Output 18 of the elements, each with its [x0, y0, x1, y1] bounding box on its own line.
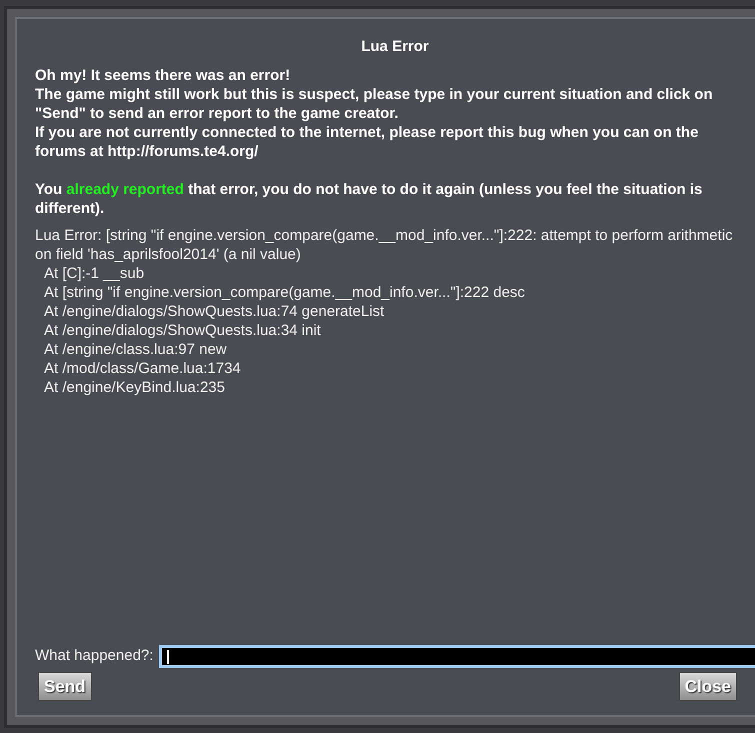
- input-field[interactable]: [159, 645, 755, 668]
- traceback-line: At /engine/dialogs/ShowQuests.lua:74 generateList: [43, 302, 384, 321]
- message-text: Oh my! It seems there was an error!: [35, 66, 292, 85]
- field-label: What happened?:: [35, 646, 154, 666]
- traceback-line: At [C]:-1 __sub: [43, 264, 144, 283]
- traceback-line: At [string "if engine.version_compare(game.__mod_info.ver..."]:222 desc: [43, 283, 525, 302]
- traceback-line: At /engine/class.lua:97 new: [43, 340, 227, 359]
- message-text: If you are not currently connected to the internet, please report this bug when you can on the forums at http://forums.te4.org/: [35, 123, 700, 161]
- traceback-line: At /mod/class/Game.lua:1734: [43, 359, 241, 378]
- dialog-title: Lua Error: [360, 37, 430, 57]
- notice-text: You already reported that error, you do not have to do it again (unless you feel the situation is different).: [35, 180, 704, 218]
- message-text: The game might still work but this is suspect, please type in your current situation and click on "Send" to send an error report to the game creator.: [35, 85, 714, 123]
- send-button[interactable]: Send: [38, 672, 92, 701]
- traceback-line: At /engine/dialogs/ShowQuests.lua:34 init: [43, 321, 321, 340]
- error-message: Lua Error: [string "if engine.version_compare(game.__mod_info.ver..."]:222: attempt to perform arithmetic on field 'has_aprilsfool2014' (a nil value): [35, 226, 734, 264]
- text-cursor: [167, 650, 170, 664]
- close-button[interactable]: Close: [678, 672, 737, 701]
- traceback-line: At /engine/KeyBind.lua:235: [43, 378, 225, 397]
